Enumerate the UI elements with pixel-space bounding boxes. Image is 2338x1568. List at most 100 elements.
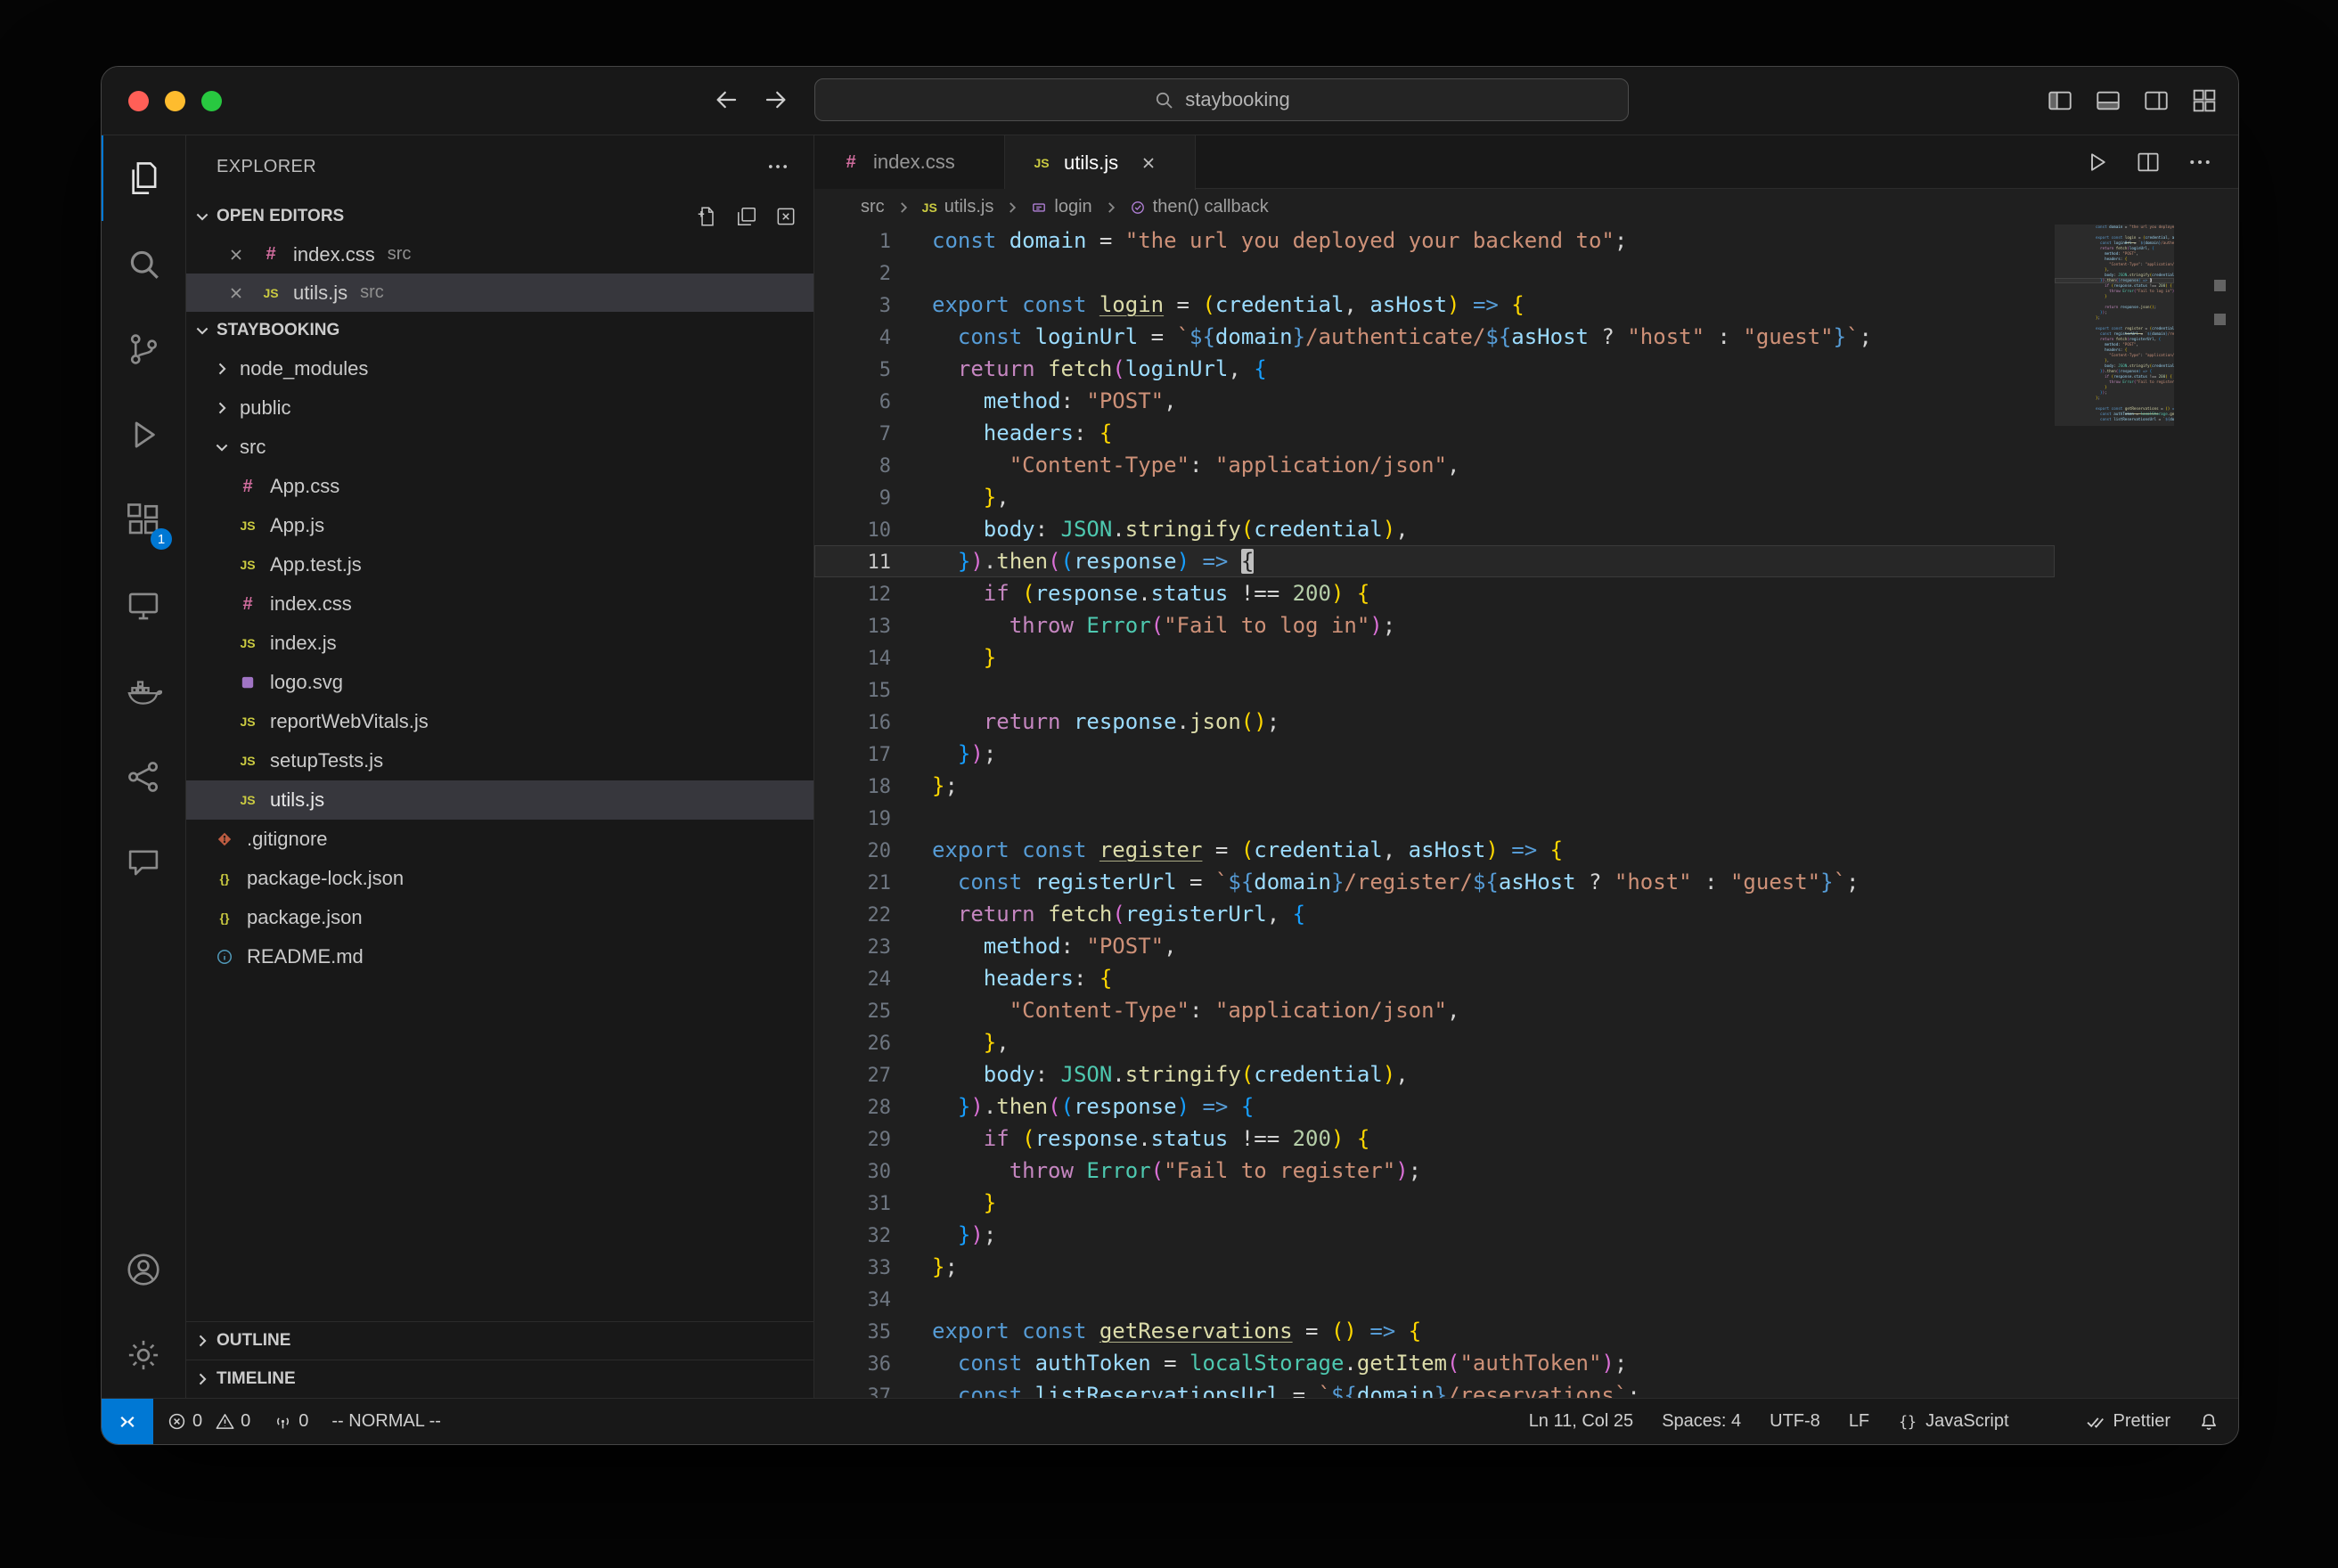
- line-number[interactable]: 37: [814, 1381, 892, 1398]
- tree-item-public[interactable]: public: [186, 388, 813, 428]
- go-forward-icon[interactable]: [763, 86, 789, 113]
- tree-item-setuptests-js[interactable]: JS setupTests.js: [186, 741, 813, 780]
- toggle-primary-sidebar-icon[interactable]: [2046, 86, 2074, 115]
- code-line-31[interactable]: 31 }: [814, 1187, 2055, 1219]
- line-number[interactable]: 20: [814, 836, 892, 868]
- breadcrumb-item-then-callback[interactable]: then() callback: [1130, 197, 1269, 217]
- go-back-icon[interactable]: [713, 86, 740, 113]
- line-number[interactable]: 8: [814, 451, 891, 483]
- open-editor-utils-js[interactable]: JS utils.js src: [186, 274, 813, 312]
- tree-item-app-test-js[interactable]: JS App.test.js: [186, 545, 813, 584]
- activity-bar-item-extensions[interactable]: 1: [102, 478, 185, 563]
- line-number[interactable]: 22: [814, 900, 892, 932]
- line-number[interactable]: 15: [814, 675, 892, 707]
- line-number[interactable]: 16: [814, 707, 892, 739]
- overview-ruler[interactable]: [2174, 225, 2238, 1398]
- breadcrumb-item-login[interactable]: login: [1031, 197, 1092, 217]
- command-center-search[interactable]: staybooking: [814, 78, 1629, 121]
- code-line-20[interactable]: 20 export const register = (credential, a…: [814, 834, 2055, 866]
- code-line-5[interactable]: 5 return fetch(loginUrl, {: [814, 353, 2055, 385]
- line-number[interactable]: 9: [814, 483, 891, 515]
- code-line-13[interactable]: 13 throw Error("Fail to log in");: [814, 609, 2055, 641]
- code-line-32[interactable]: 32 });: [814, 1219, 2055, 1251]
- code-line-17[interactable]: 17 });: [814, 738, 2055, 770]
- code-line-18[interactable]: 18};: [814, 770, 2055, 802]
- line-number[interactable]: 3: [814, 290, 891, 323]
- tree-item-src[interactable]: src: [186, 428, 813, 467]
- zoom-window-button[interactable]: [201, 91, 222, 111]
- line-number[interactable]: 10: [814, 515, 892, 547]
- project-section-header[interactable]: STAYBOOKING: [186, 312, 813, 349]
- open-editor-index-css[interactable]: # index.css src: [186, 235, 813, 274]
- customize-layout-icon[interactable]: [2190, 86, 2219, 115]
- minimap[interactable]: const domain = "the url you deployed you…: [2055, 225, 2174, 1398]
- code-line-10[interactable]: 10 body: JSON.stringify(credential),: [814, 513, 2055, 545]
- activity-bar-item-explorer[interactable]: [102, 135, 185, 221]
- minimize-window-button[interactable]: [165, 91, 185, 111]
- code-line-30[interactable]: 30 throw Error("Fail to register");: [814, 1155, 2055, 1187]
- breadcrumb-item-src[interactable]: src: [861, 197, 885, 217]
- activity-bar-item-live-share[interactable]: [102, 734, 185, 820]
- activity-bar-item-docker[interactable]: [102, 649, 185, 734]
- more-actions-icon[interactable]: [2187, 149, 2213, 176]
- line-number[interactable]: 18: [814, 772, 892, 804]
- toggle-panel-icon[interactable]: [2094, 86, 2122, 115]
- run-file-icon[interactable]: [2083, 149, 2110, 176]
- line-number[interactable]: 6: [814, 387, 891, 419]
- line-number[interactable]: 28: [814, 1092, 892, 1124]
- line-number[interactable]: 34: [814, 1285, 892, 1317]
- code-line-14[interactable]: 14 }: [814, 641, 2055, 674]
- code-line-19[interactable]: 19: [814, 802, 2055, 834]
- tree-item-app-js[interactable]: JS App.js: [186, 506, 813, 545]
- code-line-36[interactable]: 36 const authToken = localStorage.getIte…: [814, 1347, 2055, 1379]
- close-all-editors-icon[interactable]: [774, 205, 797, 228]
- tree-item-reportwebvitals-js[interactable]: JS reportWebVitals.js: [186, 702, 813, 741]
- activity-bar-item-search[interactable]: [102, 221, 185, 306]
- tree-item-package-json[interactable]: {} package.json: [186, 898, 813, 937]
- line-number[interactable]: 4: [814, 323, 891, 355]
- tree-item-readme-md[interactable]: README.md: [186, 937, 813, 976]
- timeline-section-header[interactable]: TIMELINE: [186, 1360, 813, 1398]
- line-number[interactable]: 35: [814, 1317, 892, 1349]
- split-editor-icon[interactable]: [2135, 149, 2162, 176]
- close-icon[interactable]: [227, 284, 245, 302]
- line-number[interactable]: 1: [814, 226, 891, 258]
- code-line-6[interactable]: 6 method: "POST",: [814, 385, 2055, 417]
- code-line-27[interactable]: 27 body: JSON.stringify(credential),: [814, 1058, 2055, 1090]
- activity-bar-item-remote-explorer[interactable]: [102, 563, 185, 649]
- cursor-position[interactable]: Ln 11, Col 25: [1529, 1411, 1634, 1432]
- tree-item-utils-js[interactable]: JS utils.js: [186, 780, 813, 820]
- line-number[interactable]: 32: [814, 1221, 892, 1253]
- line-number[interactable]: 19: [814, 804, 892, 836]
- code-line-9[interactable]: 9 },: [814, 481, 2055, 513]
- activity-bar-item-source-control[interactable]: [102, 306, 185, 392]
- eol[interactable]: LF: [1849, 1411, 1869, 1432]
- line-number[interactable]: 36: [814, 1349, 892, 1381]
- tree-item-app-css[interactable]: # App.css: [186, 467, 813, 506]
- outline-section-header[interactable]: OUTLINE: [186, 1321, 813, 1360]
- line-number[interactable]: 25: [814, 996, 892, 1028]
- tab-index-css[interactable]: # index.css: [814, 135, 1005, 189]
- tree-item-gitignore[interactable]: .gitignore: [186, 820, 813, 859]
- close-window-button[interactable]: [128, 91, 149, 111]
- code-line-15[interactable]: 15: [814, 674, 2055, 706]
- new-untitled-file-icon[interactable]: [696, 205, 719, 228]
- breadcrumb-item-utils-js[interactable]: JS utils.js: [922, 197, 994, 217]
- line-number[interactable]: 13: [814, 611, 892, 643]
- code-line-24[interactable]: 24 headers: {: [814, 962, 2055, 994]
- code-line-2[interactable]: 2: [814, 257, 2055, 289]
- code-line-26[interactable]: 26 },: [814, 1026, 2055, 1058]
- tree-item-index-css[interactable]: # index.css: [186, 584, 813, 624]
- code-line-34[interactable]: 34: [814, 1283, 2055, 1315]
- code-editor[interactable]: 1 const domain = "the url you deployed yo…: [814, 225, 2055, 1398]
- line-number[interactable]: 29: [814, 1124, 892, 1156]
- code-line-35[interactable]: 35 export const getReservations = () => {: [814, 1315, 2055, 1347]
- activity-bar-item-run-debug[interactable]: [102, 392, 185, 478]
- code-line-28[interactable]: 28 }).then((response) => {: [814, 1090, 2055, 1123]
- copilot-status[interactable]: [2038, 1412, 2057, 1432]
- formatter-status[interactable]: Prettier: [2086, 1411, 2170, 1432]
- tree-item-index-js[interactable]: JS index.js: [186, 624, 813, 663]
- save-all-icon[interactable]: [735, 205, 758, 228]
- code-line-29[interactable]: 29 if (response.status !== 200) {: [814, 1123, 2055, 1155]
- activity-bar-item-account[interactable]: [102, 1227, 185, 1312]
